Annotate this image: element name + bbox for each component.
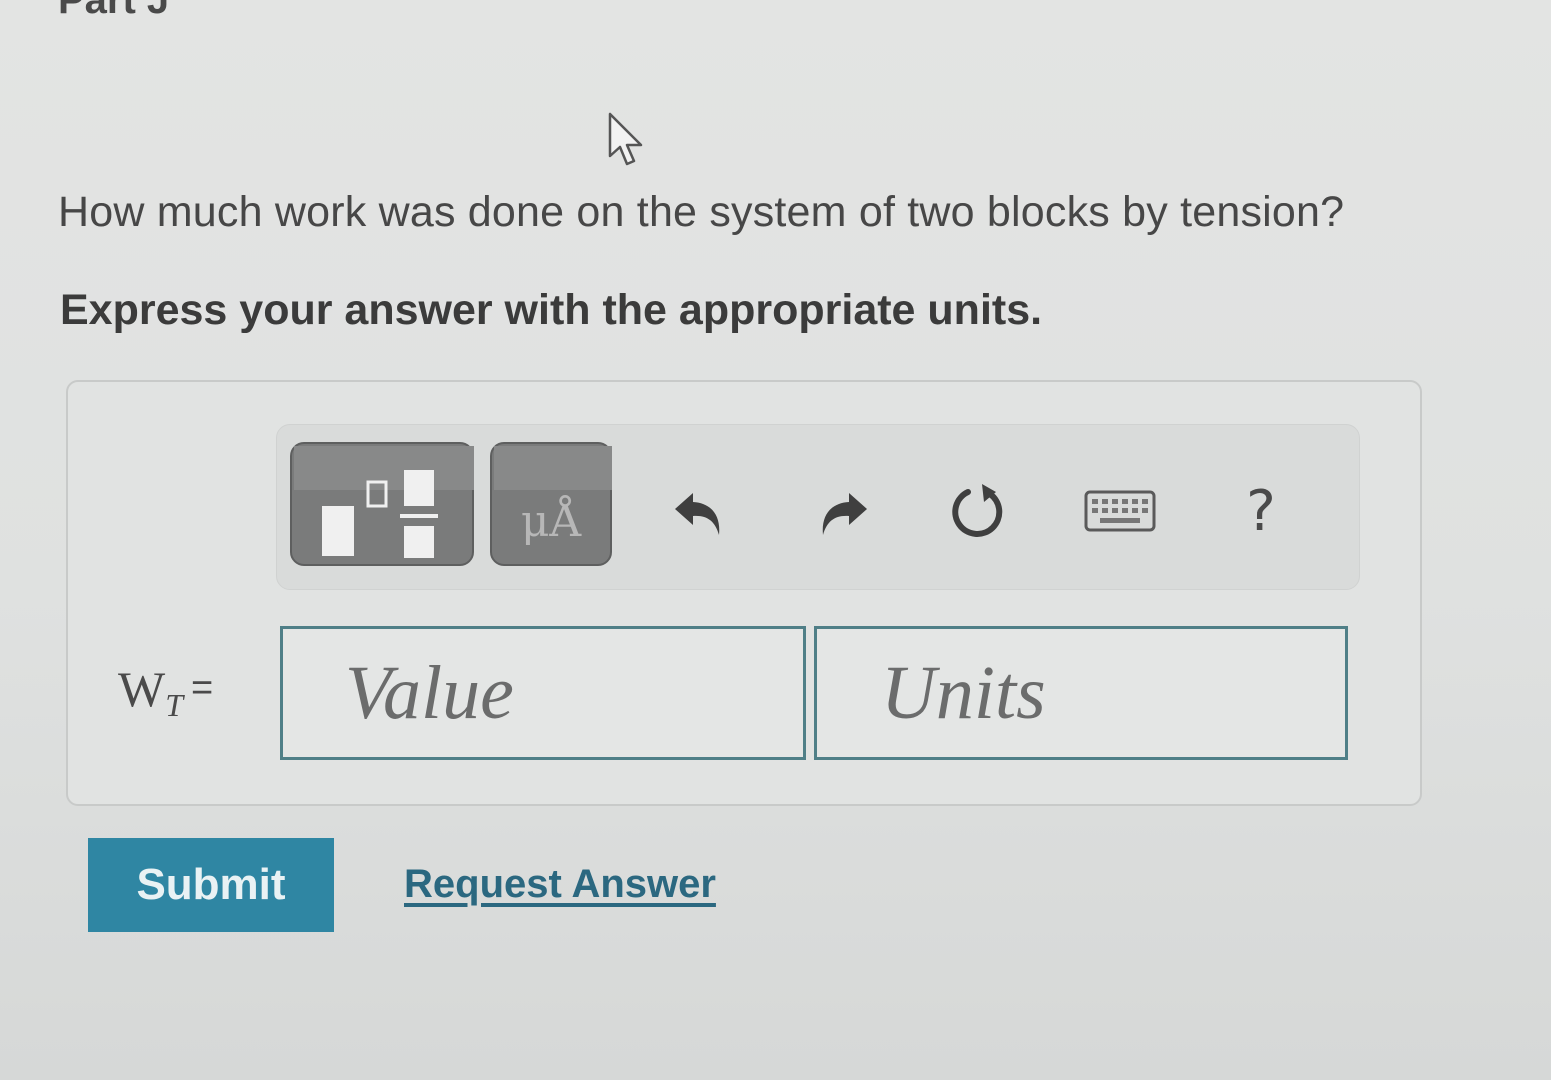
templates-icon bbox=[294, 446, 474, 558]
value-input[interactable] bbox=[280, 626, 806, 760]
answer-instruction: Express your answer with the appropriate… bbox=[60, 286, 1043, 334]
redo-icon bbox=[822, 493, 867, 535]
variable-subscript: T bbox=[165, 687, 183, 723]
undo-button[interactable] bbox=[664, 476, 734, 546]
mouse-pointer-icon bbox=[608, 112, 643, 166]
reset-icon bbox=[952, 484, 1003, 537]
templates-button[interactable] bbox=[290, 442, 474, 566]
keyboard-button[interactable] bbox=[1082, 476, 1158, 546]
reset-button[interactable] bbox=[944, 476, 1014, 546]
request-answer-link[interactable]: Request Answer bbox=[404, 862, 716, 907]
redo-button[interactable] bbox=[808, 476, 878, 546]
units-input[interactable] bbox=[814, 626, 1348, 760]
variable-name: W bbox=[118, 661, 166, 717]
part-title: Part J bbox=[58, 0, 170, 22]
keyboard-icon bbox=[1084, 490, 1156, 532]
undo-icon bbox=[675, 493, 720, 535]
answer-variable-label: WT = bbox=[118, 660, 213, 724]
question-text: How much work was done on the system of … bbox=[58, 188, 1345, 236]
equals-sign: = bbox=[191, 667, 214, 709]
help-button[interactable]: ? bbox=[1226, 476, 1296, 546]
units-button[interactable]: μÅ bbox=[490, 442, 612, 566]
units-glyph: μÅ bbox=[520, 496, 582, 547]
submit-button[interactable]: Submit bbox=[88, 838, 334, 932]
